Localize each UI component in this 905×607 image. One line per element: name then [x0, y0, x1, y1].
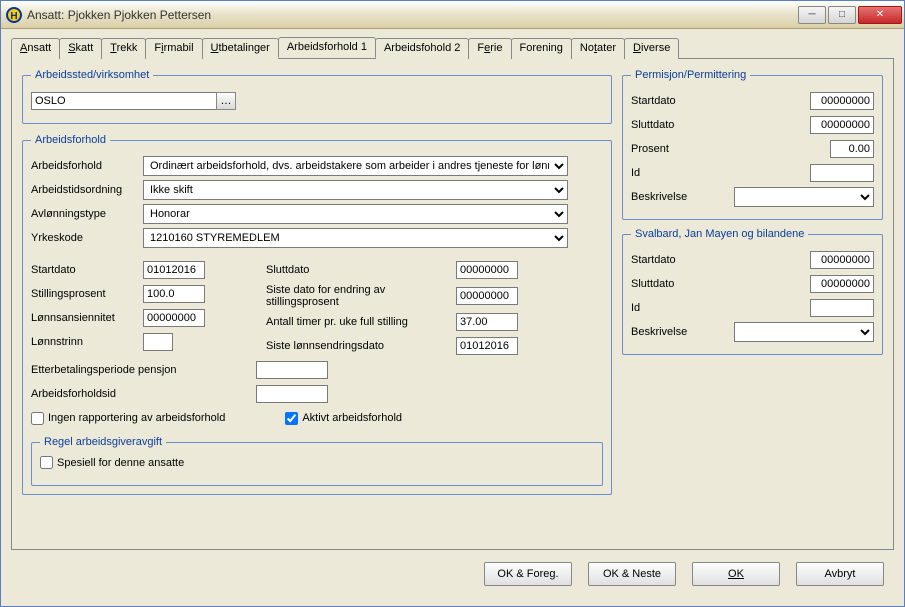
tab-notater[interactable]: Notater	[571, 38, 625, 59]
tab-forening[interactable]: Forening	[511, 38, 572, 59]
etterbetaling-label: Etterbetalingsperiode pensjon	[31, 364, 256, 376]
tabs-row: AnsattSkattTrekkFirmabilUtbetalingerArbe…	[11, 37, 894, 59]
arbeidsforhold-select[interactable]: Ordinært arbeidsforhold, dvs. arbeidstak…	[143, 156, 568, 176]
siste-endring-input[interactable]	[456, 287, 518, 305]
arbeidssted-browse-button[interactable]: …	[216, 92, 236, 110]
arbeidstidsordning-label: Arbeidstidsordning	[31, 184, 143, 196]
sval-sluttdato-input[interactable]	[810, 275, 874, 293]
window-title: Ansatt: Pjokken Pjokken Pettersen	[27, 8, 798, 22]
arbeidssted-group: Arbeidssted/virksomhet …	[22, 69, 612, 124]
sval-sluttdato-label: Sluttdato	[631, 278, 717, 290]
right-column: Permisjon/Permittering Startdato Sluttda…	[622, 69, 883, 539]
sval-beskrivelse-label: Beskrivelse	[631, 326, 717, 338]
startdato-input[interactable]	[143, 261, 205, 279]
avlonningstype-select[interactable]: Honorar	[143, 204, 568, 224]
svalbard-group: Svalbard, Jan Mayen og bilandene Startda…	[622, 228, 883, 355]
siste-endring-label: Siste dato for endring av stillingsprose…	[266, 284, 456, 308]
window-buttons: ─ □ ✕	[798, 6, 902, 24]
avlonningstype-label: Avlønningstype	[31, 208, 143, 220]
arbeidsforhold-group: Arbeidsforhold Arbeidsforhold Ordinært a…	[22, 134, 612, 495]
tab-diverse[interactable]: Diverse	[624, 38, 679, 59]
employee-window: H Ansatt: Pjokken Pjokken Pettersen ─ □ …	[0, 0, 905, 607]
sval-id-input[interactable]	[810, 299, 874, 317]
tab-skatt[interactable]: Skatt	[59, 38, 102, 59]
arbeidsforhold-label: Arbeidsforhold	[31, 160, 143, 172]
ok-foreg-button[interactable]: OK & Foreg.	[484, 562, 572, 586]
sval-beskrivelse-select[interactable]	[734, 322, 874, 342]
arbeidsforholdsid-label: Arbeidsforholdsid	[31, 388, 256, 400]
ok-neste-button[interactable]: OK & Neste	[588, 562, 676, 586]
svalbard-legend: Svalbard, Jan Mayen og bilandene	[631, 228, 808, 240]
minimize-button[interactable]: ─	[798, 6, 826, 24]
perm-sluttdato-input[interactable]	[810, 116, 874, 134]
sval-startdato-label: Startdato	[631, 254, 717, 266]
tab-firmabil[interactable]: Firmabil	[145, 38, 202, 59]
close-button[interactable]: ✕	[858, 6, 902, 24]
permisjon-legend: Permisjon/Permittering	[631, 69, 750, 81]
lonnsansiennitet-input[interactable]	[143, 309, 205, 327]
aktivt-arbeidsforhold-checkbox[interactable]: Aktivt arbeidsforhold	[285, 412, 402, 425]
maximize-button[interactable]: □	[828, 6, 856, 24]
antall-timer-input[interactable]	[456, 313, 518, 331]
titlebar: H Ansatt: Pjokken Pjokken Pettersen ─ □ …	[1, 1, 904, 29]
sluttdato-label: Sluttdato	[266, 264, 456, 276]
perm-beskrivelse-label: Beskrivelse	[631, 191, 717, 203]
ok-button[interactable]: OK	[692, 562, 780, 586]
spesiell-checkbox[interactable]: Spesiell for denne ansatte	[40, 456, 594, 469]
tab-trekk[interactable]: Trekk	[101, 38, 146, 59]
arbeidsforholdsid-input[interactable]	[256, 385, 328, 403]
yrkeskode-label: Yrkeskode	[31, 232, 143, 244]
tab-ferie[interactable]: Ferie	[468, 38, 511, 59]
svg-text:H: H	[10, 11, 17, 22]
regel-group: Regel arbeidsgiveravgift Spesiell for de…	[31, 436, 603, 486]
ingen-rapportering-checkbox[interactable]: Ingen rapportering av arbeidsforhold	[31, 412, 225, 425]
tab-body: Arbeidssted/virksomhet … Arbeidsforhold …	[11, 59, 894, 550]
perm-prosent-input[interactable]	[830, 140, 874, 158]
lonnstrinn-label: Lønnstrinn	[31, 336, 143, 348]
siste-lonnsendring-input[interactable]	[456, 337, 518, 355]
app-icon: H	[5, 6, 23, 24]
left-column: Arbeidssted/virksomhet … Arbeidsforhold …	[22, 69, 612, 539]
antall-timer-label: Antall timer pr. uke full stilling	[266, 316, 456, 328]
etterbetaling-input[interactable]	[256, 361, 328, 379]
tab-arbeidsforhold-1[interactable]: Arbeidsforhold 1	[278, 37, 376, 58]
startdato-label: Startdato	[31, 264, 143, 276]
perm-id-label: Id	[631, 167, 717, 179]
arbeidssted-input[interactable]	[31, 92, 217, 110]
arbeidstidsordning-select[interactable]: Ikke skift	[143, 180, 568, 200]
sval-id-label: Id	[631, 302, 717, 314]
perm-prosent-label: Prosent	[631, 143, 717, 155]
siste-lonnsendring-label: Siste lønnsendringsdato	[266, 340, 456, 352]
stillingsprosent-input[interactable]	[143, 285, 205, 303]
permisjon-group: Permisjon/Permittering Startdato Sluttda…	[622, 69, 883, 220]
perm-beskrivelse-select[interactable]	[734, 187, 874, 207]
lonnsansiennitet-label: Lønnsansiennitet	[31, 312, 143, 324]
arbeidsforhold-legend: Arbeidsforhold	[31, 134, 110, 146]
dialog-buttons: OK & Foreg. OK & Neste OK Avbryt	[11, 550, 894, 596]
perm-startdato-label: Startdato	[631, 95, 717, 107]
arbeidssted-legend: Arbeidssted/virksomhet	[31, 69, 153, 81]
tab-arbeidsfohold-2[interactable]: Arbeidsfohold 2	[375, 38, 469, 59]
content-area: AnsattSkattTrekkFirmabilUtbetalingerArbe…	[1, 29, 904, 606]
perm-sluttdato-label: Sluttdato	[631, 119, 717, 131]
sluttdato-input[interactable]	[456, 261, 518, 279]
lonnstrinn-input[interactable]	[143, 333, 173, 351]
regel-legend: Regel arbeidsgiveravgift	[40, 436, 166, 448]
stillingsprosent-label: Stillingsprosent	[31, 288, 143, 300]
avbryt-button[interactable]: Avbryt	[796, 562, 884, 586]
perm-id-input[interactable]	[810, 164, 874, 182]
tab-utbetalinger[interactable]: Utbetalinger	[202, 38, 279, 59]
tab-ansatt[interactable]: Ansatt	[11, 38, 60, 59]
perm-startdato-input[interactable]	[810, 92, 874, 110]
yrkeskode-select[interactable]: 1210160 STYREMEDLEM	[143, 228, 568, 248]
sval-startdato-input[interactable]	[810, 251, 874, 269]
